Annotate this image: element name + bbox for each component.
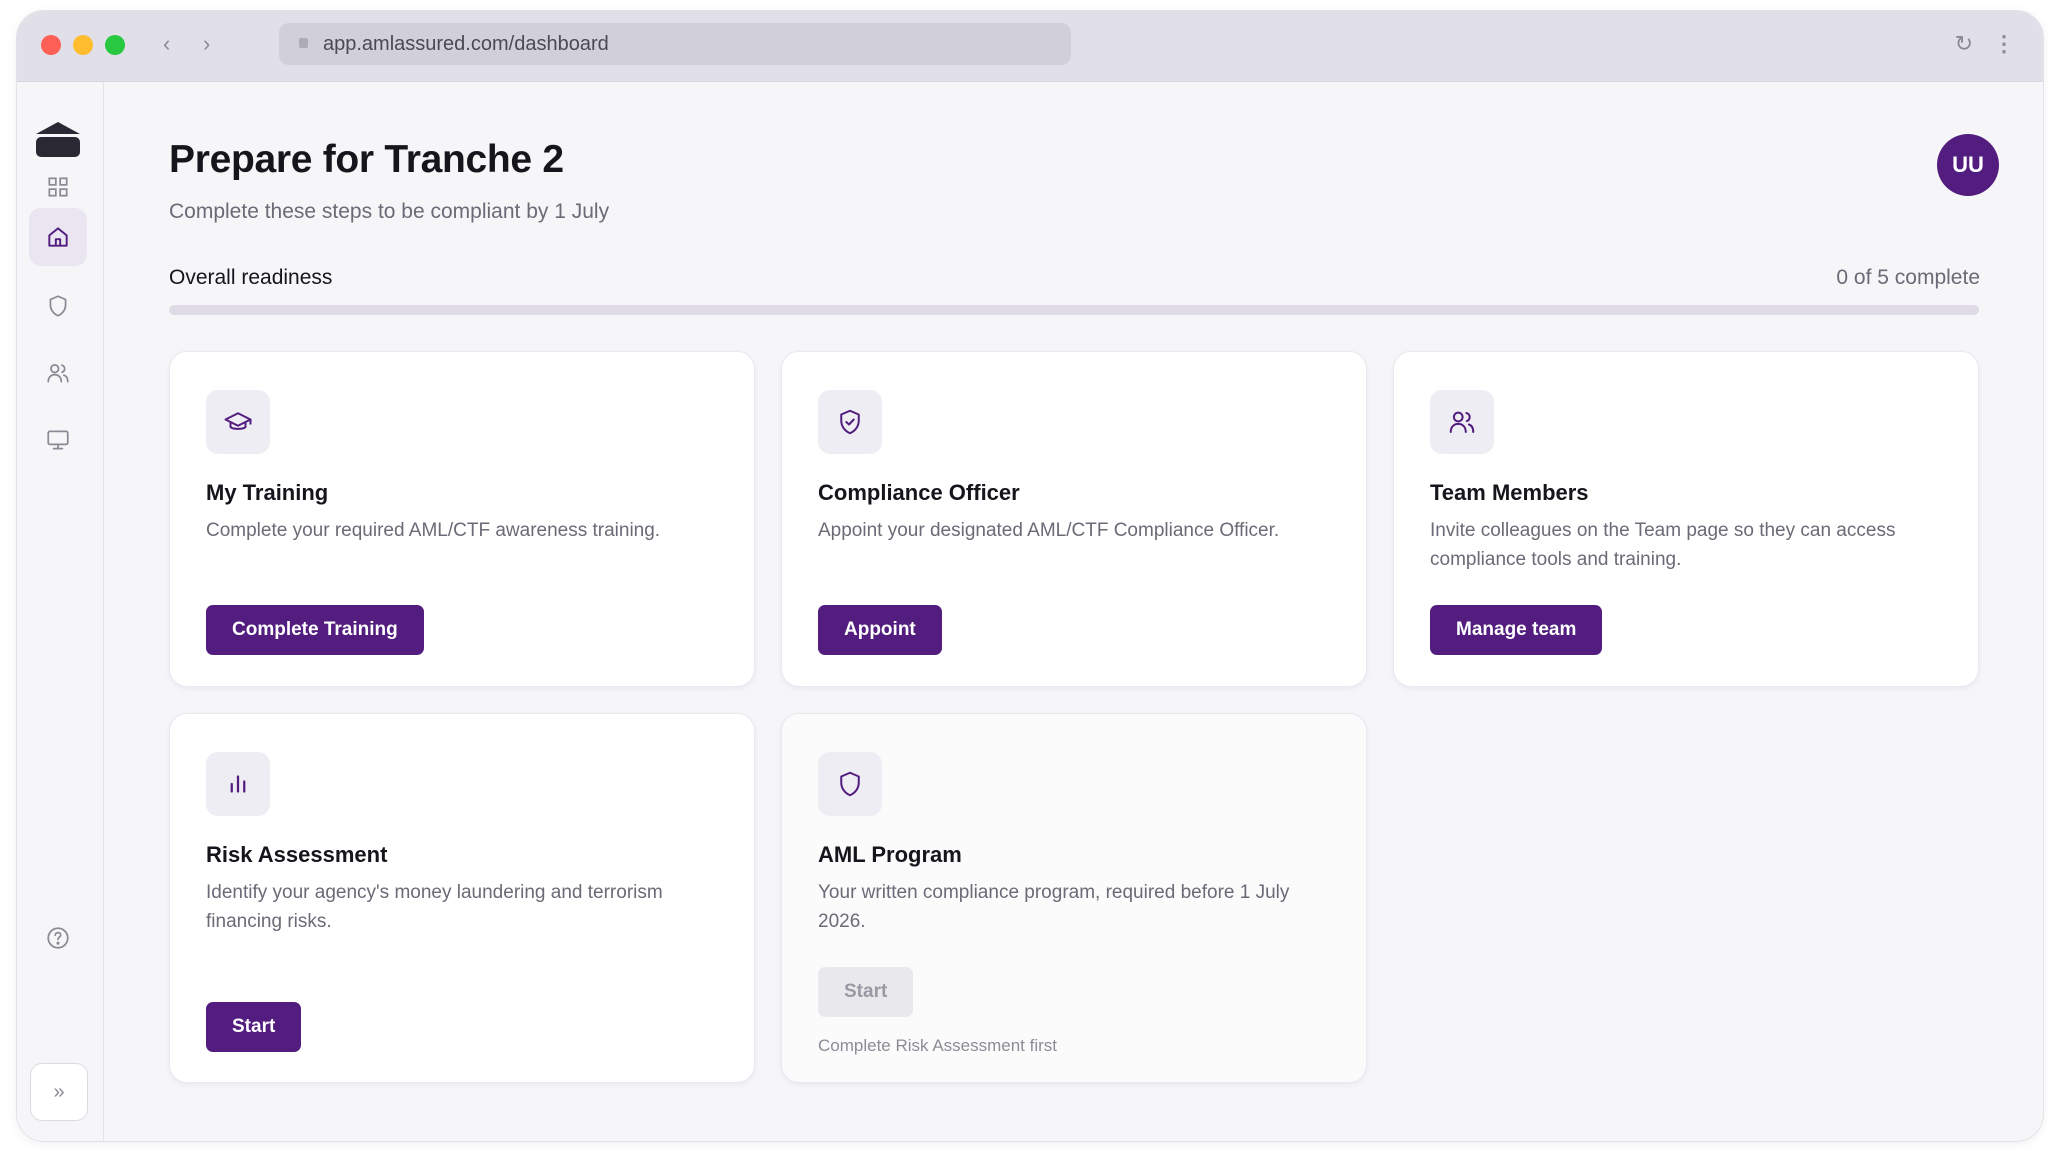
card-icon-box [206, 752, 270, 816]
sidebar-item-home[interactable] [29, 208, 87, 266]
browser-window: ‹ › app.amlassured.com/dashboard ↻ ⋮ » P… [16, 10, 2044, 1142]
graduation-cap-icon [224, 412, 252, 430]
card-icon-box [206, 390, 270, 454]
card-description: Complete your required AML/CTF awareness… [206, 520, 661, 541]
users-icon [47, 364, 69, 383]
back-button[interactable]: ‹ [163, 33, 170, 55]
shield-check-icon [840, 409, 860, 435]
page-subtitle: Complete these steps to be compliant by … [169, 200, 610, 223]
minimize-window-button[interactable] [73, 35, 93, 55]
readiness-label: Overall readiness [169, 266, 333, 289]
card-title: Risk Assessment [206, 842, 388, 867]
sidebar: » [17, 82, 104, 1141]
grid-icon [48, 177, 68, 197]
user-avatar[interactable]: UU [1937, 134, 1999, 196]
card-description: Invite colleagues on the Team page so th… [1430, 520, 1896, 570]
readiness-count: 0 of 5 complete [1836, 266, 1980, 289]
card-title: Compliance Officer [818, 480, 1020, 505]
address-bar-url: app.amlassured.com/dashboard [323, 33, 609, 55]
card-description: Identify your agency's money laundering … [206, 882, 663, 932]
card-description: Appoint your designated AML/CTF Complian… [818, 520, 1280, 541]
sidebar-item-shield[interactable] [29, 277, 87, 335]
manage-team-button[interactable]: Manage team [1430, 605, 1603, 655]
home-icon [48, 227, 68, 247]
monitor-icon [47, 430, 69, 450]
card-my-training: My Training Complete your required AML/C… [169, 351, 755, 687]
shield-icon [840, 771, 860, 797]
help-circle-icon [47, 927, 69, 949]
lock-icon [299, 38, 308, 48]
main-content: Prepare for Tranche 2 Complete these ste… [104, 82, 2043, 1141]
forward-button[interactable]: › [203, 33, 210, 55]
reload-icon[interactable]: ↻ [1955, 31, 1973, 57]
users-icon [1449, 411, 1475, 433]
card-compliance-officer: Compliance Officer Appoint your designat… [781, 351, 1367, 687]
complete-training-button[interactable]: Complete Training [206, 605, 424, 655]
appoint-button[interactable]: Appoint [818, 605, 942, 655]
aml-program-start-button: Start [818, 967, 914, 1017]
card-icon-box [818, 752, 882, 816]
card-description: Your written compliance program, require… [818, 882, 1290, 932]
card-risk-assessment: Risk Assessment Identify your agency's m… [169, 713, 755, 1083]
risk-assessment-start-button[interactable]: Start [206, 1002, 302, 1052]
prerequisite-note: Complete Risk Assessment first [818, 1036, 1058, 1055]
card-team-members: Team Members Invite colleagues on the Te… [1393, 351, 1979, 687]
maximize-window-button[interactable] [105, 35, 125, 55]
sidebar-expand-button[interactable]: » [30, 1063, 88, 1121]
bar-chart-icon [230, 775, 246, 793]
sidebar-item-help[interactable] [29, 909, 87, 967]
readiness-progress-bar [169, 305, 1979, 315]
card-icon-box [1430, 390, 1494, 454]
sidebar-item-monitor[interactable] [29, 411, 87, 469]
card-title: Team Members [1430, 480, 1589, 505]
shield-icon [49, 295, 67, 317]
close-window-button[interactable] [41, 35, 61, 55]
card-aml-program: AML Program Your written compliance prog… [781, 713, 1367, 1083]
address-bar[interactable]: app.amlassured.com/dashboard [279, 23, 1071, 65]
browser-titlebar: ‹ › app.amlassured.com/dashboard ↻ ⋮ [17, 11, 2043, 82]
app-logo-icon[interactable] [34, 120, 82, 160]
sidebar-item-users[interactable] [29, 344, 87, 402]
more-options-icon[interactable]: ⋮ [1993, 31, 2015, 57]
card-icon-box [818, 390, 882, 454]
page-title: Prepare for Tranche 2 [169, 138, 564, 181]
card-title: AML Program [818, 842, 962, 867]
card-title: My Training [206, 480, 329, 505]
